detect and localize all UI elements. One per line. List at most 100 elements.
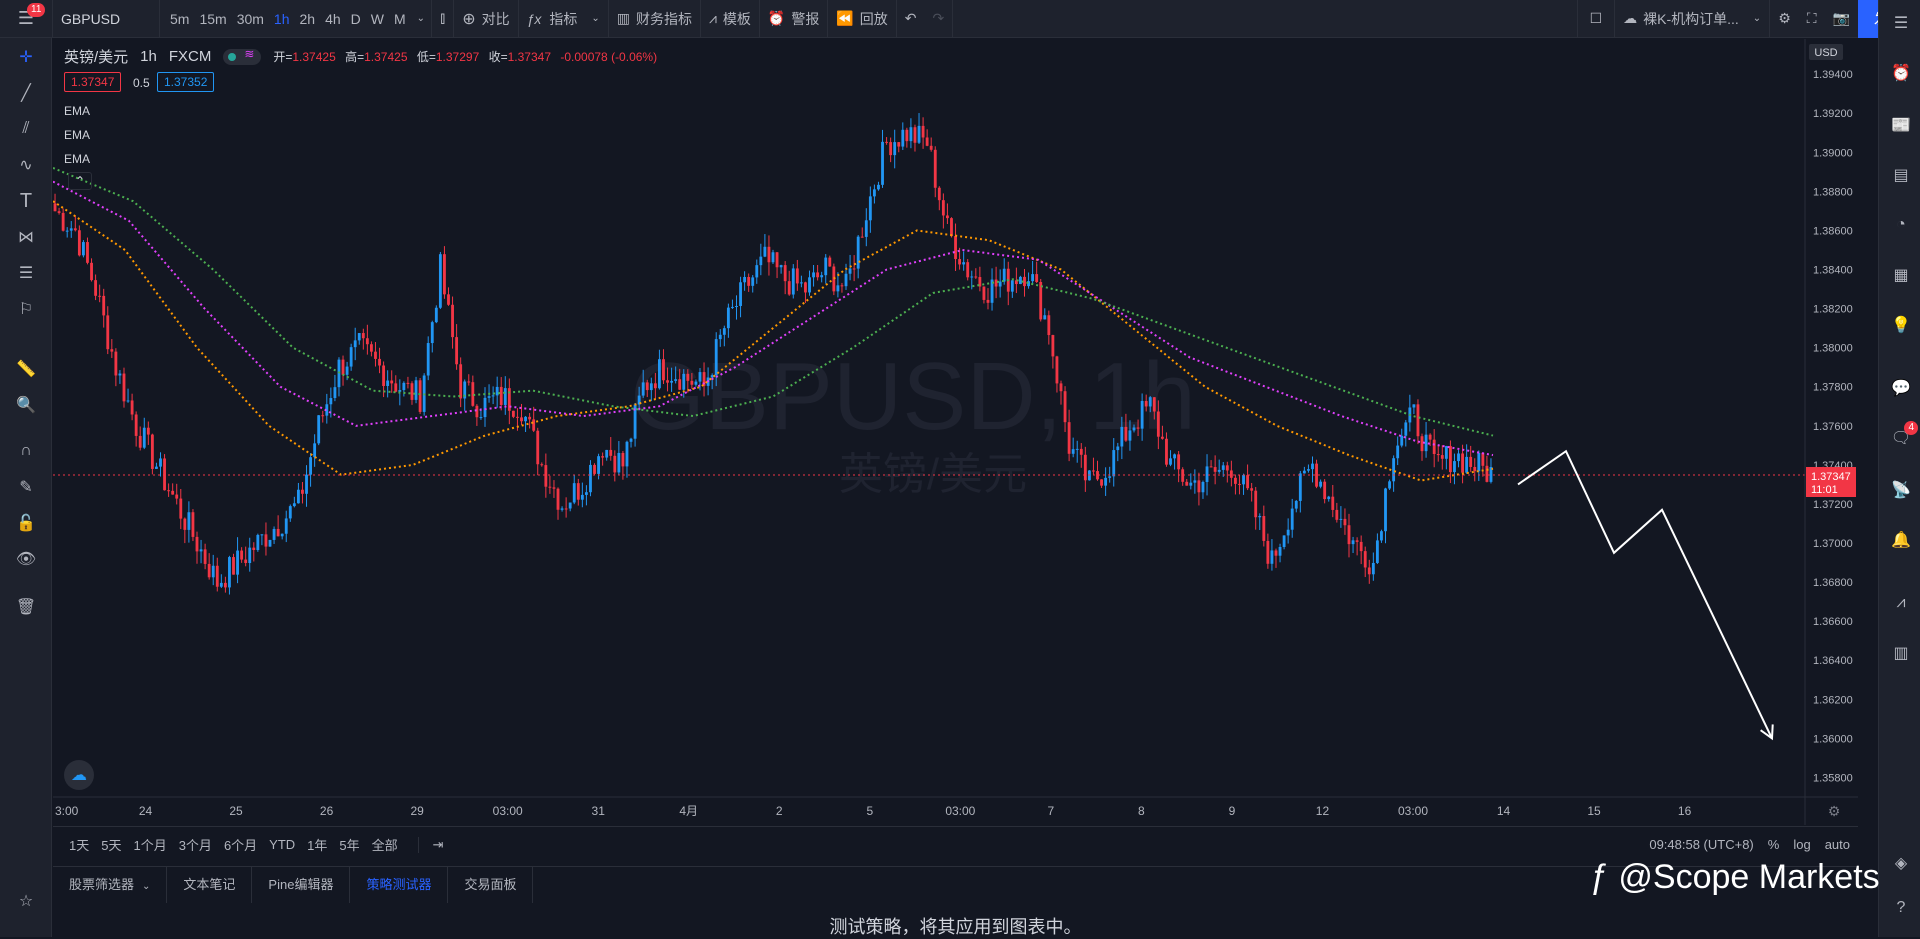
eye-icon[interactable]: 👁 — [13, 546, 39, 572]
goto-date-icon[interactable]: ⇥ — [417, 836, 450, 853]
range-1d[interactable]: 1天 — [63, 835, 95, 854]
candle-body — [252, 547, 256, 551]
pattern-icon[interactable]: ⋈ — [13, 224, 39, 250]
interval-1h[interactable]: 1h — [269, 0, 295, 38]
candle-body — [199, 549, 203, 552]
icons-icon[interactable]: ⚐ — [13, 296, 39, 322]
candle-body — [57, 211, 61, 213]
prediction-icon[interactable]: ☰ — [13, 260, 39, 286]
buy-price-box[interactable]: 1.37352 — [157, 72, 215, 92]
axis-settings-gear-icon[interactable]: ⚙ — [1828, 803, 1841, 819]
brush-icon[interactable]: ∿ — [13, 152, 39, 178]
ideas-icon[interactable]: 💡 — [1888, 312, 1914, 338]
range-1m[interactable]: 1个月 — [127, 835, 172, 854]
layers-icon[interactable]: ◈ — [1888, 850, 1914, 876]
zoom-in-icon[interactable]: 🔍 — [13, 392, 39, 418]
candle-body — [1477, 452, 1481, 472]
dom-icon[interactable]: ▥ — [1888, 640, 1914, 666]
lock-pencil-icon[interactable]: ✎ — [13, 474, 39, 500]
ema-label-3[interactable]: EMA — [64, 152, 90, 166]
log-toggle[interactable]: log — [1793, 837, 1810, 852]
watchlist-icon[interactable]: ☰ — [1888, 10, 1914, 36]
ema-label-1[interactable]: EMA — [64, 104, 90, 118]
tab-text-notes[interactable]: 文本笔记 — [167, 867, 253, 903]
interval-5m[interactable]: 5m — [160, 0, 194, 38]
symbol-name[interactable]: 英镑/美元 — [64, 46, 128, 67]
candle-body — [1254, 490, 1258, 518]
camera-icon[interactable]: 📷 — [1825, 0, 1858, 38]
indicators-button[interactable]: ƒx 指标 ⌄ — [519, 0, 608, 38]
text-icon[interactable]: T — [13, 188, 39, 214]
collapse-legend-button[interactable]: ⌃ — [68, 172, 92, 190]
tab-trading-panel[interactable]: 交易面板 — [448, 867, 534, 903]
layout-selector[interactable]: ☁ 裸K-机构订单... ⌄ — [1615, 0, 1769, 38]
interval-4h[interactable]: 4h — [320, 0, 346, 38]
alarm-icon[interactable]: ⏰ — [1888, 60, 1914, 86]
range-bar: 1天 5天 1个月 3个月 6个月 YTD 1年 5年 全部 ⇥ 09:48:5… — [53, 826, 1858, 862]
expand-icon[interactable]: ⛶ — [1799, 0, 1825, 38]
chevron-down-icon[interactable]: ⌄ — [411, 0, 431, 38]
time-axis[interactable]: 3:00 24 25 26 29 03:00 31 4月 2 5 03:00 7 8 9 12 03:00 14… — [55, 804, 1692, 818]
range-6m[interactable]: 6个月 — [218, 835, 263, 854]
lock-icon[interactable]: 🔓 — [13, 510, 39, 536]
parallel-channel-icon[interactable]: ⫽ — [13, 116, 39, 142]
interval-m[interactable]: M — [389, 0, 411, 38]
candle-body — [929, 145, 933, 150]
trend-line-icon[interactable]: ╱ — [13, 80, 39, 106]
candle-body — [666, 380, 669, 383]
order-panel-icon[interactable]: ⩘ — [1888, 590, 1914, 616]
notifications-icon[interactable]: 🔔 — [1888, 527, 1914, 553]
redo-button[interactable]: ↷ — [925, 0, 953, 38]
calendar-icon[interactable]: ▦ — [1888, 262, 1914, 288]
tab-stock-screener[interactable]: 股票筛选器 ⌄ — [53, 867, 168, 903]
replay-button[interactable]: ⏪ 回放 — [828, 0, 895, 38]
bar-countdown: 11:01 — [1811, 484, 1838, 496]
alert-button[interactable]: ⏰ 警报 — [760, 0, 827, 38]
interval-w[interactable]: W — [366, 0, 389, 38]
candles-icon[interactable]: ⫾ — [432, 0, 453, 38]
chat-icon[interactable]: 💬 — [1888, 375, 1914, 401]
sell-price-box[interactable]: 1.37347 — [64, 72, 122, 92]
price-axis[interactable]: 1.39400 1.39200 1.39000 1.38800 1.38600 1.384… — [1813, 69, 1853, 784]
data-window-icon[interactable]: ▤ — [1888, 162, 1914, 188]
range-5y[interactable]: 5年 — [333, 835, 365, 854]
messages-icon[interactable]: 🗨 4 — [1888, 421, 1918, 451]
clock[interactable]: 09:48:58 (UTC+8) — [1649, 837, 1753, 852]
help-icon[interactable]: ? — [1888, 895, 1914, 921]
cloud-sync-icon[interactable]: ☁ — [64, 760, 94, 790]
ruler-icon[interactable]: 📏 — [13, 356, 39, 382]
symbol-search-button[interactable]: GBPUSD — [53, 0, 159, 38]
interval-2h[interactable]: 2h — [295, 0, 321, 38]
range-ytd[interactable]: YTD — [263, 837, 301, 852]
gear-icon[interactable]: ⚙ — [1770, 0, 1799, 38]
interval-30m[interactable]: 30m — [232, 0, 269, 38]
candle-body — [244, 559, 248, 564]
magnet-icon[interactable]: ∩ — [13, 438, 39, 464]
auto-toggle[interactable]: auto — [1825, 837, 1850, 852]
range-all[interactable]: 全部 — [366, 835, 404, 854]
percent-toggle[interactable]: % — [1768, 837, 1780, 852]
templates-button[interactable]: ⩘ 模板 — [701, 0, 759, 38]
streams-icon[interactable]: 📡 — [1888, 477, 1914, 503]
candle-body — [536, 430, 540, 465]
tab-pine-editor[interactable]: Pine编辑器 — [252, 867, 351, 903]
range-1y[interactable]: 1年 — [301, 835, 333, 854]
trash-icon[interactable]: 🗑 — [13, 594, 39, 620]
crosshair-icon[interactable]: ✛ — [13, 44, 39, 70]
range-5d[interactable]: 5天 — [95, 835, 127, 854]
financials-button[interactable]: ▥ 财务指标 — [609, 0, 700, 38]
news-icon[interactable]: 📰 — [1888, 112, 1914, 138]
price-chart[interactable]: GBPUSD, 1h 英镑/美元 1.394001.392001.390001.… — [53, 39, 1858, 825]
legend-toggle[interactable] — [223, 47, 262, 65]
hotlist-icon[interactable]: ◔ — [1888, 212, 1914, 238]
range-3m[interactable]: 3个月 — [173, 835, 218, 854]
fullscreen-square-icon[interactable]: ☐ — [1578, 0, 1615, 38]
ema-label-2[interactable]: EMA — [64, 128, 90, 142]
star-icon[interactable]: ☆ — [13, 888, 39, 914]
undo-button[interactable]: ↶ — [897, 0, 925, 38]
interval-15m[interactable]: 15m — [194, 0, 231, 38]
compare-button[interactable]: ⊕ 对比 — [454, 0, 517, 38]
interval-d[interactable]: D — [346, 0, 366, 38]
tab-strategy-tester[interactable]: 策略测试器 — [350, 867, 449, 903]
main-menu-button[interactable]: ☰ 11 — [0, 0, 52, 38]
